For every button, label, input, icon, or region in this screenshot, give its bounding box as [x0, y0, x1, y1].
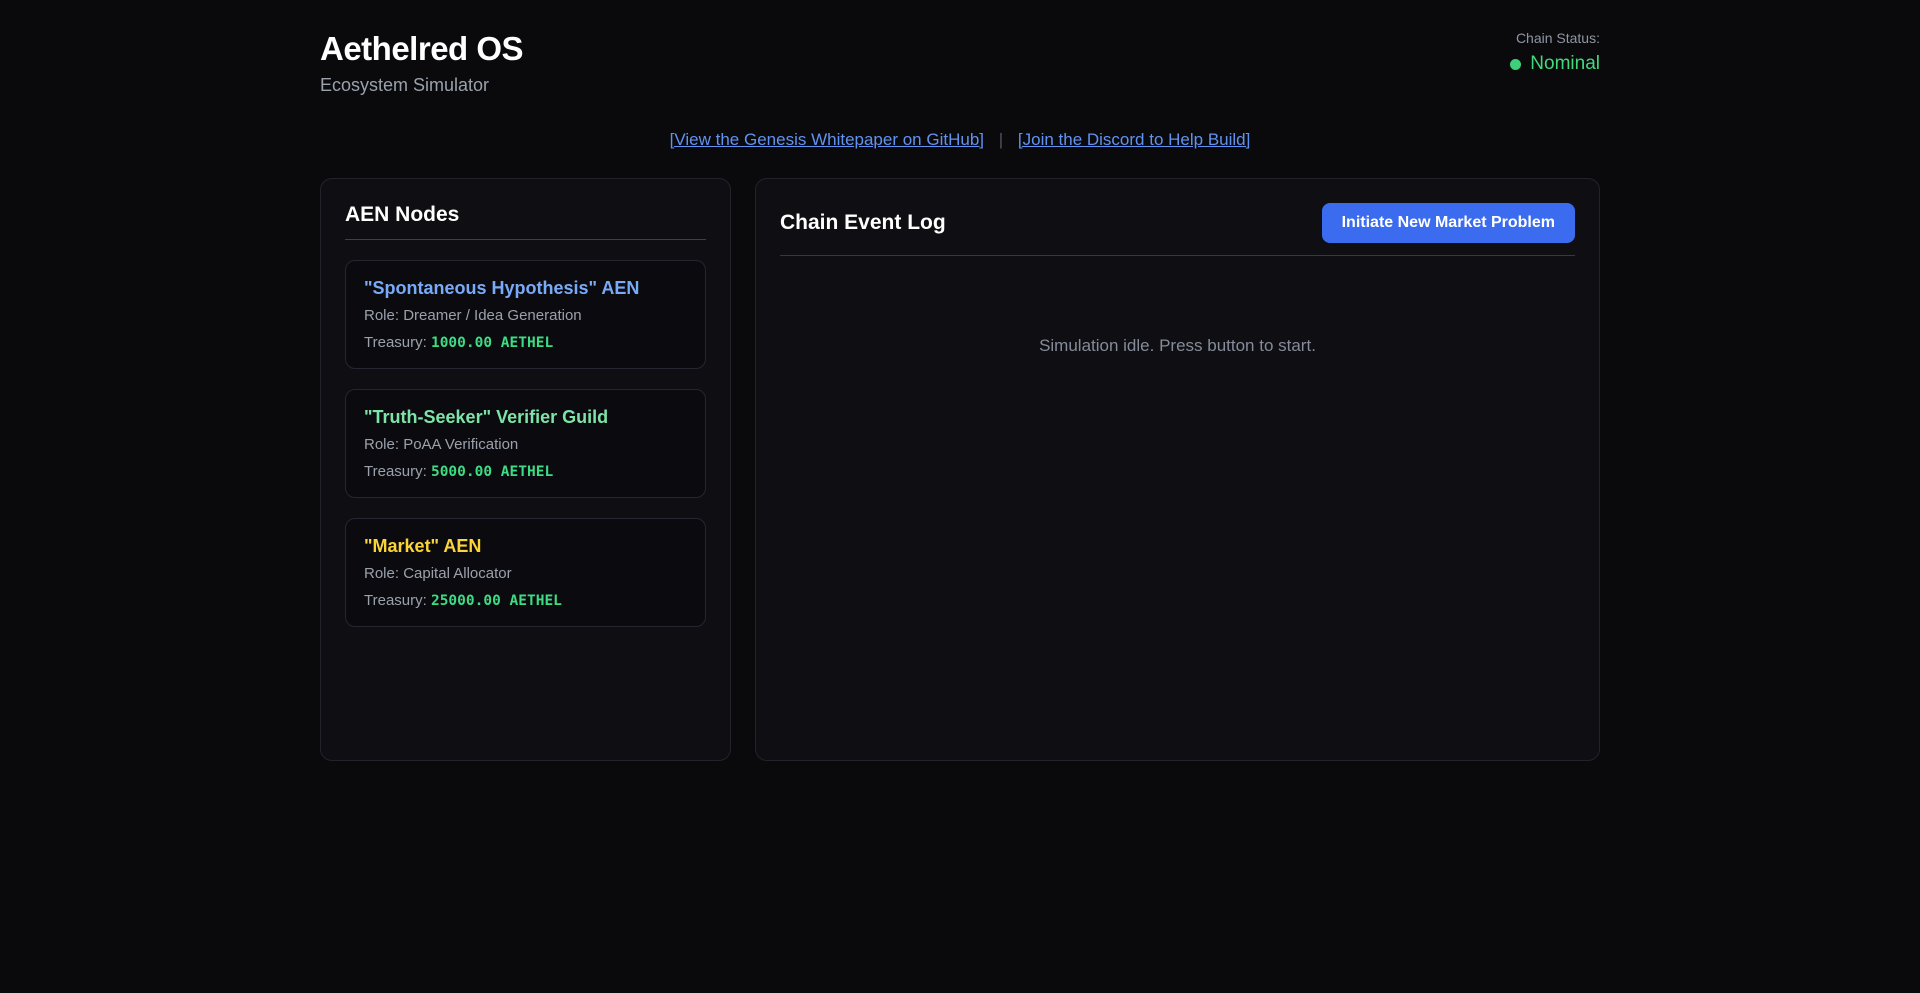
chain-status: Chain Status: Nominal: [1510, 30, 1600, 75]
app-subtitle: Ecosystem Simulator: [320, 75, 490, 95]
node-treasury: Treasury: 5000.00 AETHEL: [364, 463, 554, 480]
treasury-value: 5000.00 AETHEL: [430, 464, 554, 480]
aen-nodes-panel: AEN Nodes "Spontaneous Hypothesis" AEN R…: [320, 178, 731, 761]
nodes-panel-title: AEN Nodes: [345, 203, 706, 240]
header-title-block: Aethelred OS Ecosystem Simulator: [320, 30, 524, 96]
chain-status-value-row: Nominal: [1510, 53, 1600, 75]
node-role: Role: Capital Allocator: [364, 565, 512, 582]
main-content: AEN Nodes "Spontaneous Hypothesis" AEN R…: [320, 178, 1600, 761]
simulation-idle-message: Simulation idle. Press button to start.: [1039, 336, 1316, 355]
node-name: "Spontaneous Hypothesis" AEN: [364, 278, 640, 298]
event-log-area: Simulation idle. Press button to start.: [780, 336, 1575, 736]
node-role: Role: PoAA Verification: [364, 436, 519, 453]
node-name: "Truth-Seeker" Verifier Guild: [364, 407, 609, 427]
node-card-market: "Market" AEN Role: Capital Allocator Tre…: [345, 518, 706, 627]
node-treasury: Treasury: 1000.00 AETHEL: [364, 334, 554, 351]
discord-link[interactable]: [Join the Discord to Help Build]: [1018, 130, 1250, 149]
treasury-value: 25000.00 AETHEL: [430, 593, 562, 609]
chain-status-value: Nominal: [1530, 53, 1600, 74]
status-dot-icon: [1510, 58, 1522, 70]
chain-event-log-panel: Chain Event Log Initiate New Market Prob…: [755, 178, 1600, 761]
header: Aethelred OS Ecosystem Simulator Chain S…: [320, 30, 1600, 96]
node-card-truth-seeker: "Truth-Seeker" Verifier Guild Role: PoAA…: [345, 389, 706, 498]
initiate-market-problem-button[interactable]: Initiate New Market Problem: [1321, 203, 1575, 243]
chain-status-label: Chain Status:: [1515, 30, 1600, 46]
node-card-spontaneous-hypothesis: "Spontaneous Hypothesis" AEN Role: Dream…: [345, 260, 706, 369]
log-panel-header: Chain Event Log Initiate New Market Prob…: [780, 203, 1575, 256]
log-panel-title: Chain Event Log: [780, 211, 946, 234]
app-title: Aethelred OS: [320, 30, 524, 67]
node-name: "Market" AEN: [364, 536, 482, 556]
node-treasury: Treasury: 25000.00 AETHEL: [364, 592, 562, 609]
whitepaper-link[interactable]: [View the Genesis Whitepaper on GitHub]: [670, 130, 984, 149]
treasury-value: 1000.00 AETHEL: [430, 335, 554, 351]
external-links: [View the Genesis Whitepaper on GitHub] …: [320, 130, 1600, 150]
link-separator: |: [998, 130, 1004, 149]
app-container: Aethelred OS Ecosystem Simulator Chain S…: [320, 0, 1600, 761]
node-role: Role: Dreamer / Idea Generation: [364, 307, 582, 324]
